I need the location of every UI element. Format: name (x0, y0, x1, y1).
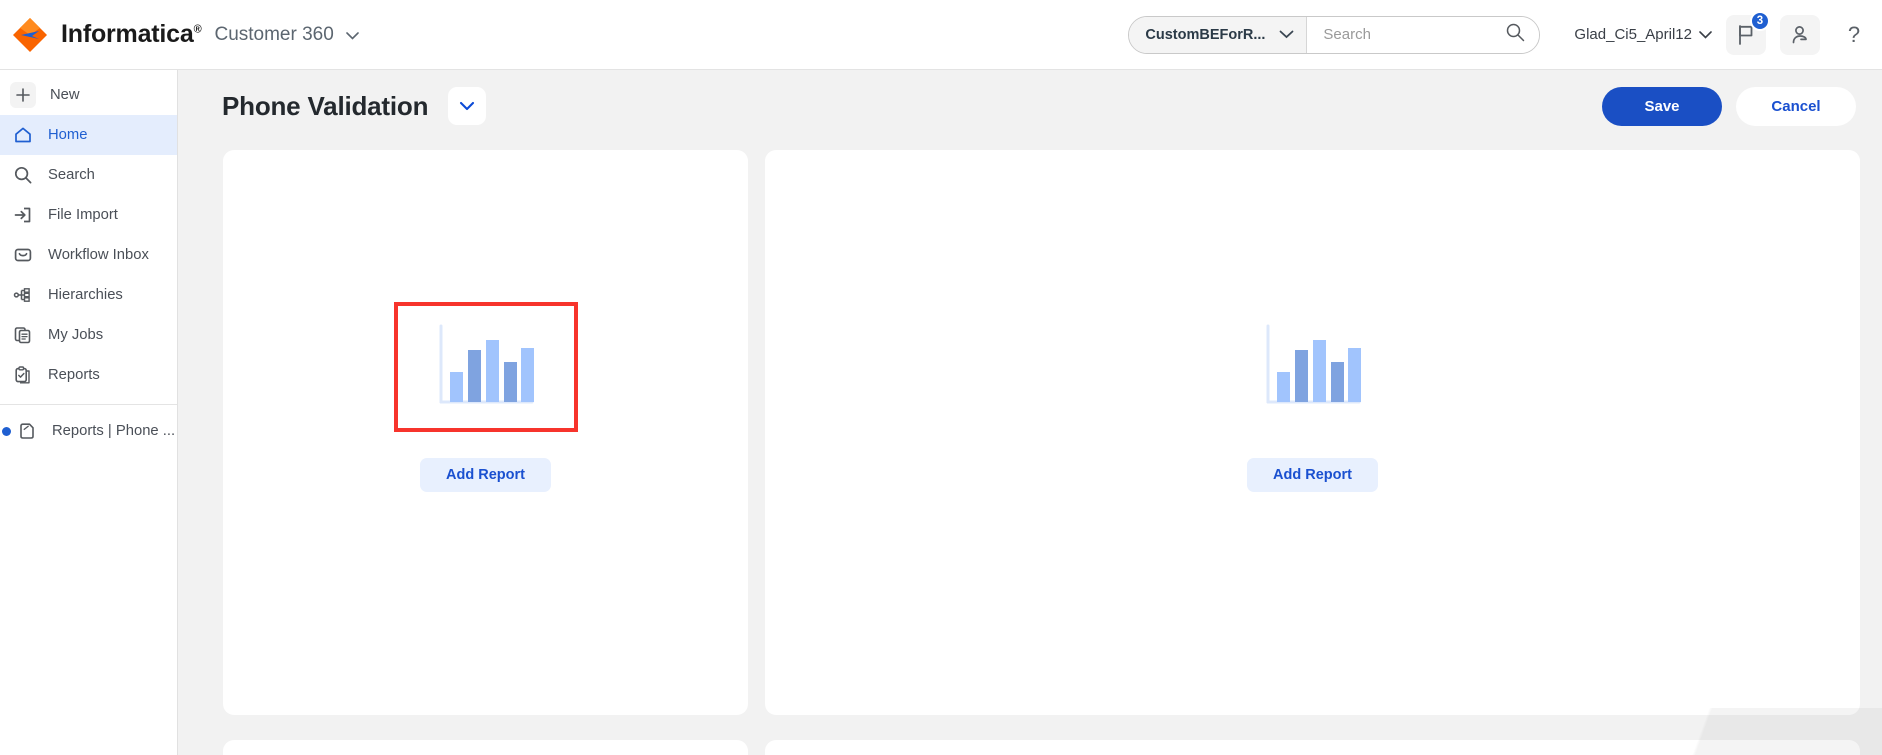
bar-chart-preview-icon (439, 324, 534, 404)
sidebar-item-hierarchies[interactable]: Hierarchies (0, 275, 177, 315)
sidebar-item-my-jobs[interactable]: My Jobs (0, 315, 177, 355)
corner-shadow-decoration (1582, 708, 1882, 755)
page-title: Phone Validation (222, 90, 429, 121)
jobs-icon (12, 324, 34, 346)
add-report-button-1[interactable]: Add Report (420, 458, 551, 492)
left-sidebar: New Home Search File Import Workflow Inb… (0, 70, 178, 755)
app-name[interactable]: Customer 360 (214, 24, 359, 46)
sidebar-item-new[interactable]: New (0, 75, 177, 115)
page-title-dropdown-button[interactable] (448, 87, 487, 125)
user-icon (1792, 25, 1807, 43)
page-action-buttons: Save Cancel (1602, 86, 1856, 126)
sidebar-item-label: Hierarchies (48, 287, 123, 303)
cancel-button[interactable]: Cancel (1736, 86, 1856, 126)
sidebar-divider (0, 404, 177, 405)
search-scope-dropdown[interactable]: CustomBEForR... (1129, 16, 1308, 53)
brand-area[interactable]: Informatica® Customer 360 (0, 15, 359, 55)
sidebar-item-label: Search (48, 167, 95, 183)
bar-chart-preview-icon (1266, 324, 1361, 404)
chevron-down-icon (1699, 26, 1712, 43)
add-report-button-2[interactable]: Add Report (1247, 458, 1378, 492)
sidebar-item-label: Home (48, 127, 88, 143)
top-header-bar: Informatica® Customer 360 CustomBEForR..… (0, 0, 1882, 70)
sidebar-item-recent-report[interactable]: Reports | Phone ... (0, 411, 177, 451)
help-button[interactable]: ? (1834, 15, 1874, 55)
chevron-down-icon (460, 101, 475, 111)
report-card-2-content: Add Report (765, 324, 1860, 492)
sidebar-item-label: New (50, 87, 80, 103)
chart-placeholder-2[interactable] (1263, 324, 1363, 410)
sidebar-item-file-import[interactable]: File Import (0, 195, 177, 235)
search-scope-label: CustomBEForR... (1145, 26, 1266, 43)
chevron-down-icon (1279, 27, 1294, 43)
notification-badge: 3 (1750, 10, 1770, 31)
profile-button[interactable] (1780, 14, 1820, 55)
hierarchy-icon (12, 284, 34, 306)
document-icon (16, 420, 38, 442)
sidebar-item-label: Reports (48, 367, 100, 383)
file-import-icon (12, 204, 34, 226)
sidebar-item-label: Workflow Inbox (48, 247, 149, 263)
save-button[interactable]: Save (1602, 86, 1722, 126)
search-input[interactable] (1323, 26, 1506, 43)
recent-indicator-dot (2, 426, 11, 436)
chevron-down-icon (346, 24, 359, 46)
search-field-wrap[interactable] (1307, 16, 1540, 53)
report-card-3-partial[interactable] (223, 740, 748, 755)
sidebar-item-label: Reports | Phone ... (52, 423, 176, 439)
page-header: Phone Validation Save Cancel (178, 70, 1882, 142)
user-account-menu[interactable]: Glad_Ci5_April12 (1574, 26, 1712, 43)
sidebar-item-workflow-inbox[interactable]: Workflow Inbox (0, 235, 177, 275)
report-card-2[interactable]: Add Report (765, 150, 1860, 715)
inbox-icon (12, 244, 34, 266)
sidebar-item-label: My Jobs (48, 327, 104, 343)
report-card-1[interactable]: Add Report (223, 150, 748, 715)
global-search[interactable]: CustomBEForR... (1128, 15, 1541, 54)
main-content-area: Phone Validation Save Cancel Add Report … (178, 70, 1882, 755)
trademark-mark: ® (193, 23, 202, 36)
user-name-label: Glad_Ci5_April12 (1574, 26, 1692, 43)
sidebar-item-reports[interactable]: Reports (0, 355, 177, 395)
search-icon[interactable] (1505, 22, 1525, 47)
report-cards-row: Add Report Add Report (178, 142, 1882, 715)
brand-name: Informatica® (61, 20, 202, 48)
report-card-1-content: Add Report (223, 302, 748, 492)
question-mark-icon: ? (1847, 21, 1861, 47)
sidebar-item-home[interactable]: Home (0, 115, 177, 155)
informatica-logo-icon (10, 15, 50, 55)
sidebar-item-search[interactable]: Search (0, 155, 177, 195)
home-icon (12, 124, 34, 146)
search-icon (12, 164, 34, 186)
sidebar-item-label: File Import (48, 207, 118, 223)
notifications-flag-button[interactable]: 3 (1726, 10, 1770, 55)
plus-icon (10, 82, 36, 108)
chart-placeholder-1[interactable] (393, 302, 578, 432)
reports-icon (12, 364, 34, 386)
header-right-group: CustomBEForR... Glad_Ci5_April12 (1128, 0, 1882, 69)
